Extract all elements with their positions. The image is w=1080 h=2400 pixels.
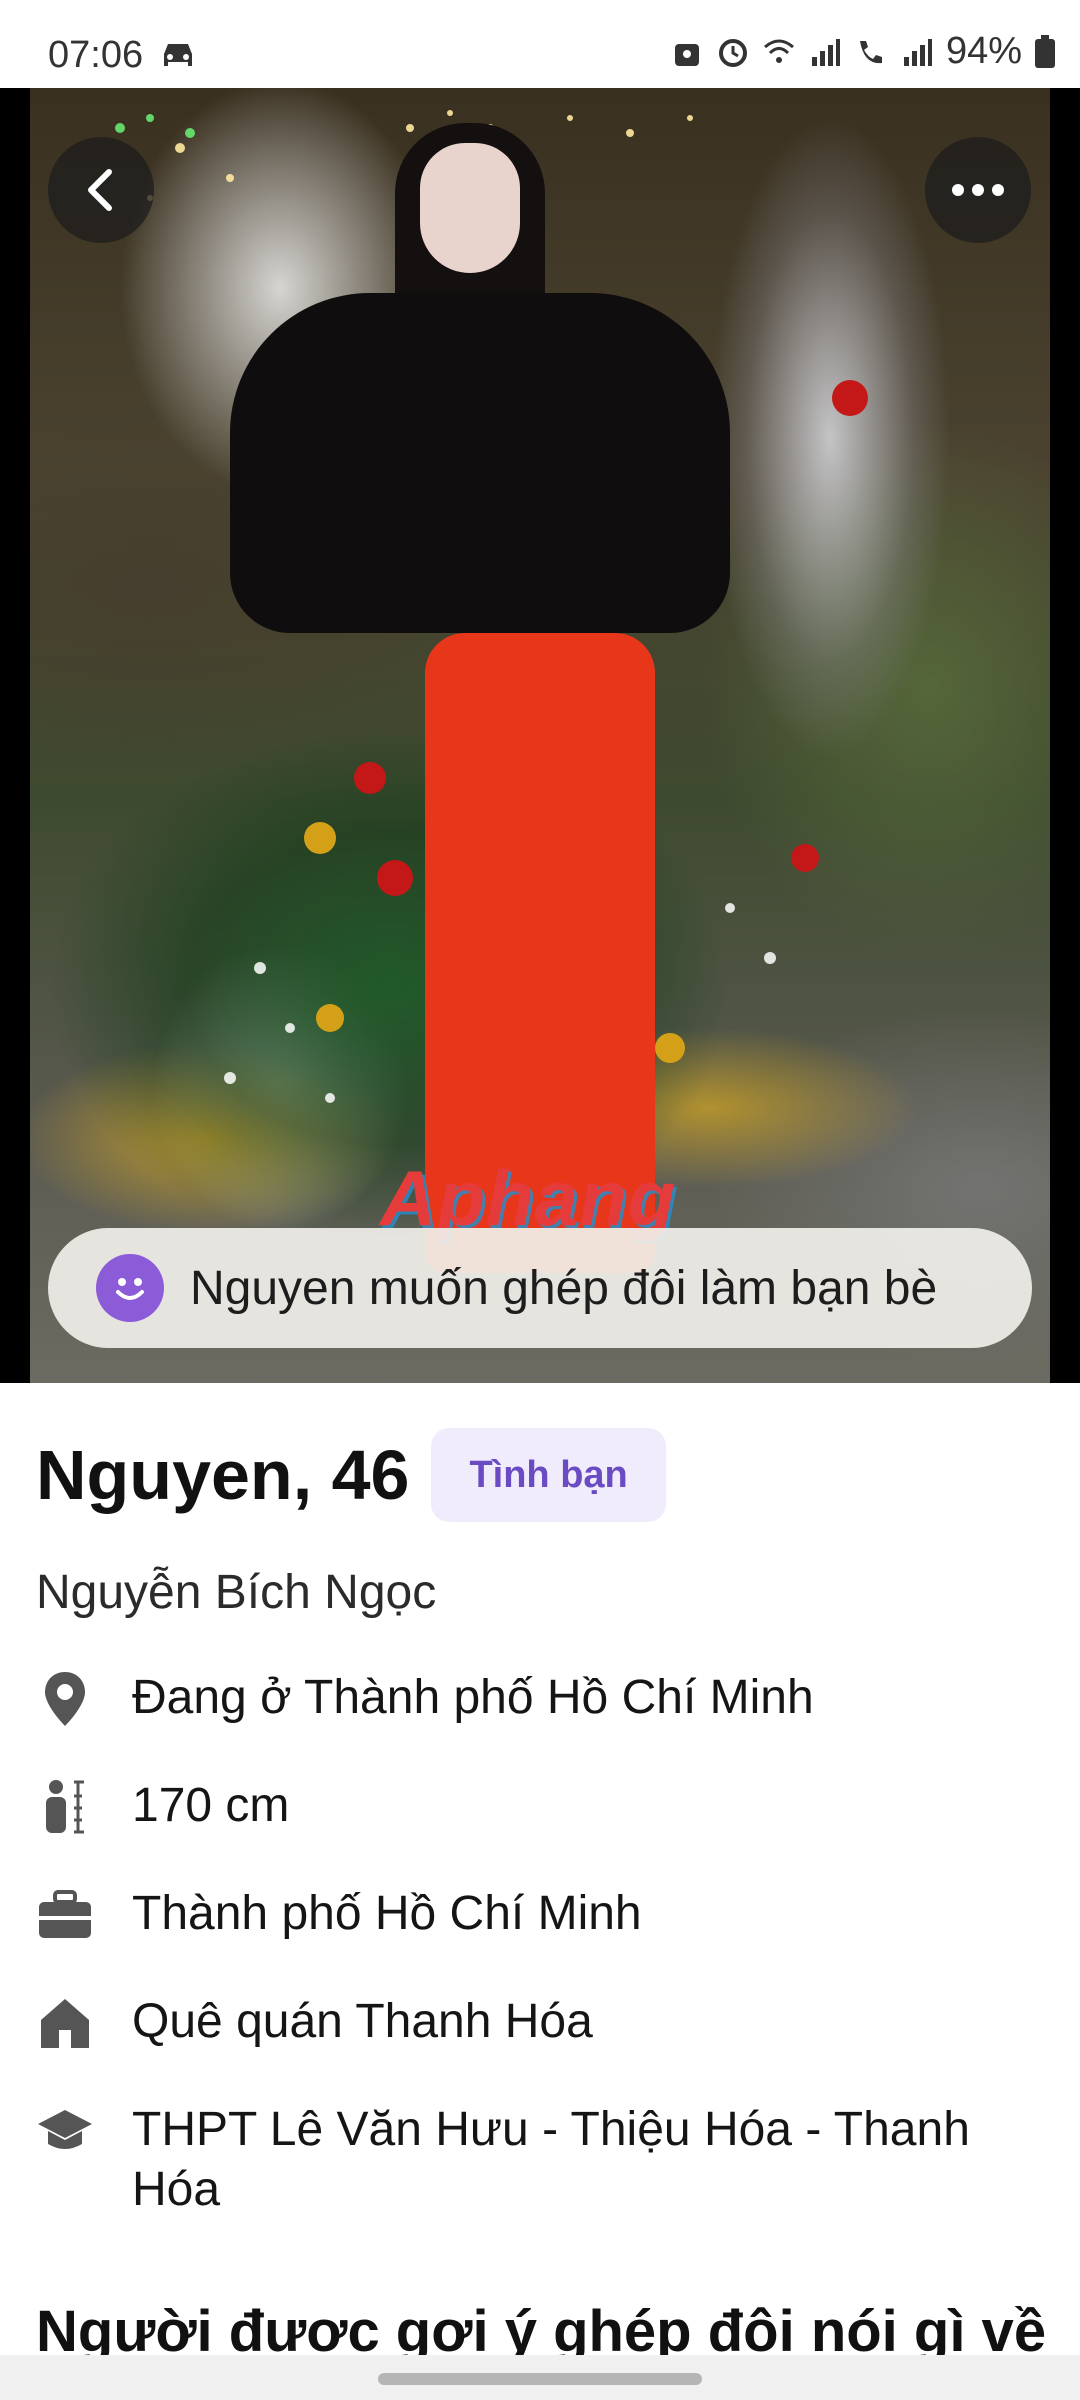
info-text-location: Đang ở Thành phố Hồ Chí Minh [132,1671,814,1724]
info-item-height: 170 cm [36,1776,1046,1838]
info-item-location: Đang ở Thành phố Hồ Chí Minh [36,1668,1046,1730]
more-horizontal-icon [952,184,1004,196]
match-request-banner: Nguyen muốn ghép đôi làm bạn bè [48,1228,1032,1348]
briefcase-icon [36,1884,94,1946]
info-text-height: 170 cm [132,1779,290,1832]
status-bar: 07:06 94% [0,0,1080,88]
name-row: Nguyen, 46 Tình bạn [36,1428,666,1522]
status-icons: 94% [670,30,1056,73]
info-item-hometown: Quê quán Thanh Hóa [36,1992,1046,2054]
battery-percent: 94% [945,30,1022,72]
wifi-icon [763,39,794,63]
lock-icon [674,43,699,66]
info-text-hometown: Quê quán Thanh Hóa [132,1995,593,2048]
wifi-call-icon [859,40,882,63]
match-request-text: Nguyen muốn ghép đôi làm bạn bè [190,1261,938,1315]
chevron-left-icon [88,169,112,211]
friendship-tag: Tình bạn [431,1428,666,1522]
more-options-button[interactable] [925,137,1031,243]
height-icon [36,1776,94,1838]
status-time: 07:06 [48,34,144,76]
person-black-top [230,293,730,633]
info-item-school: THPT Lê Văn Hưu - Thiệu Hóa - Thanh Hóa [36,2100,1046,2220]
info-text-work: Thành phố Hồ Chí Minh [132,1887,642,1940]
home-icon [36,1992,94,2054]
profile-info-list: Đang ở Thành phố Hồ Chí Minh 170 cm Thàn… [36,1668,1046,2266]
battery-icon [1035,34,1055,68]
profile-photo[interactable]: Aphang Nguyen muốn ghép đôi làm bạn bè [0,88,1080,1383]
info-text-school: THPT Lê Văn Hưu - Thiệu Hóa - Thanh Hóa [132,2103,970,2216]
profile-name-age: Nguyen, 46 [36,1436,410,1514]
signal-icon [811,38,840,66]
home-indicator[interactable] [378,2373,702,2385]
school-icon [36,2100,94,2162]
car-icon [164,44,192,66]
signal-icon [903,38,932,66]
info-item-work: Thành phố Hồ Chí Minh [36,1884,1046,1946]
full-name: Nguyễn Bích Ngọc [36,1566,437,1619]
location-pin-icon [36,1668,94,1730]
back-button[interactable] [48,137,154,243]
person-face [420,143,520,273]
alarm-icon [718,38,747,67]
smiley-icon [96,1254,164,1322]
